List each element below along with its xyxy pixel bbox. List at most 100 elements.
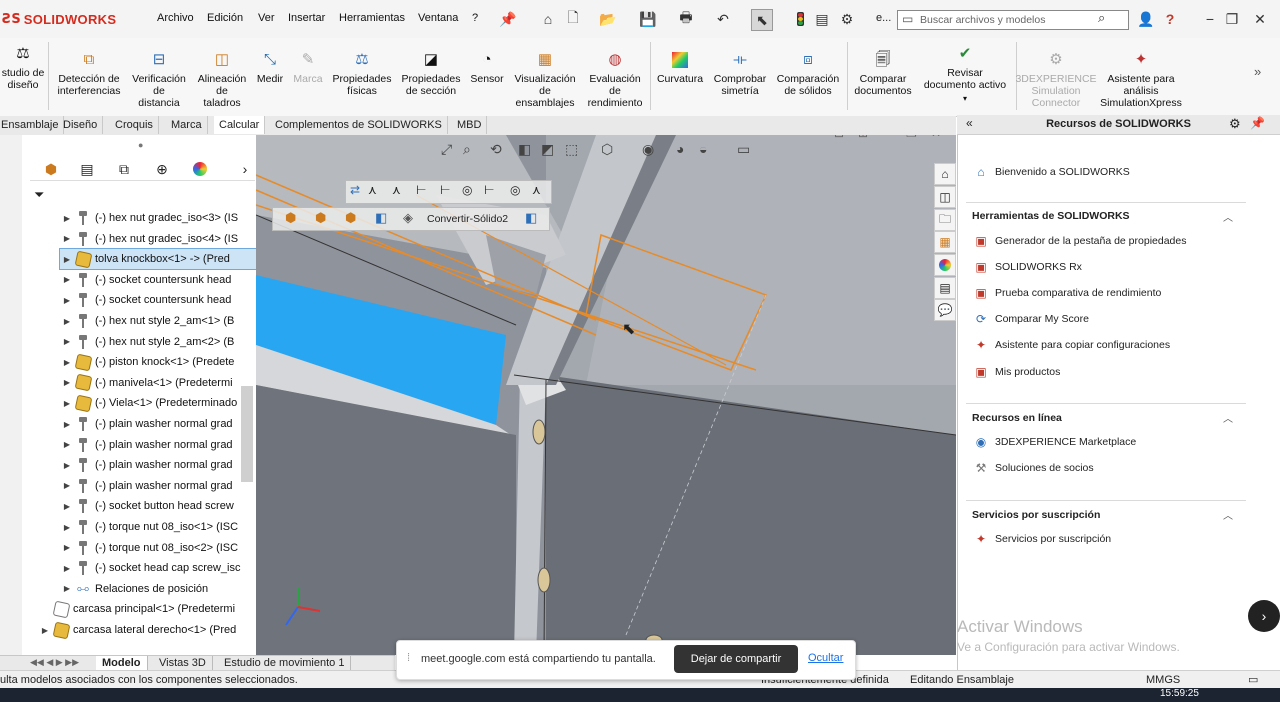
- zoom-to-fit-icon[interactable]: ⤢: [441, 141, 452, 158]
- design-library-icon[interactable]: ◫: [934, 186, 956, 208]
- task-pane-settings-icon[interactable]: ⚙: [1229, 116, 1241, 132]
- menu-ver[interactable]: Ver: [258, 12, 275, 24]
- expand-arrow-icon[interactable]: ▶: [60, 420, 74, 429]
- minimize-icon[interactable]: −: [1200, 9, 1220, 29]
- compare-bodies-button[interactable]: ⧈ Comparación de sólidos: [773, 50, 843, 97]
- section-title-subscription[interactable]: Servicios por suscripción: [972, 509, 1100, 521]
- restore-icon[interactable]: ❐: [1222, 9, 1242, 29]
- expand-arrow-icon[interactable]: ▶: [60, 378, 74, 387]
- edit-appearance-icon[interactable]: ◕: [676, 141, 684, 157]
- solid-body-icon[interactable]: ◧: [525, 210, 537, 226]
- menu-ventana[interactable]: Ventana: [418, 12, 458, 24]
- tree-item[interactable]: ▶ (-) piston knock<1> (Predete: [60, 352, 256, 372]
- task-item[interactable]: ⟳ Comparar My Score: [973, 311, 1089, 327]
- section-title-tools[interactable]: Herramientas de SOLIDWORKS: [972, 210, 1130, 222]
- tree-item[interactable]: ▶ ⧟ Relaciones de posición: [60, 579, 256, 599]
- expand-arrow-icon[interactable]: ▶: [60, 255, 74, 264]
- scroll-first-icon[interactable]: ◀◀ ◀ ▶ ▶▶: [30, 657, 79, 668]
- mass-properties-button[interactable]: ⚖ Propiedades físicas: [330, 50, 394, 97]
- tree-item[interactable]: ▶ (-) socket head cap screw_isc: [60, 558, 256, 578]
- cube-icon[interactable]: ◧: [375, 210, 387, 226]
- viewport-restore-icon[interactable]: ❐: [906, 135, 917, 140]
- task-item[interactable]: ◉ 3DEXPERIENCE Marketplace: [973, 434, 1136, 450]
- tree-item[interactable]: carcasa principal<1> (Predetermi: [38, 599, 256, 619]
- dimension-icon[interactable]: ⊢: [440, 183, 450, 197]
- tree-item[interactable]: ▶ carcasa lateral derecho<1> (Pred: [38, 620, 256, 640]
- viewport-close-icon[interactable]: ✕: [931, 135, 941, 140]
- display-manager-tab-icon[interactable]: [187, 158, 213, 180]
- design-study-button[interactable]: ⚖ studio de diseño: [0, 44, 52, 91]
- tree-item[interactable]: ▶ (-) torque nut 08_iso<1> (ISC: [60, 517, 256, 537]
- concentric-icon[interactable]: ◎: [510, 183, 520, 197]
- user-icon[interactable]: 👤: [1136, 9, 1156, 29]
- task-item[interactable]: ▣ Prueba comparativa de rendimiento: [973, 285, 1161, 301]
- menu-archivo[interactable]: Archivo: [157, 12, 194, 24]
- zoom-to-area-icon[interactable]: ⌕: [463, 141, 471, 158]
- context-arrow-icon[interactable]: ⇄: [350, 183, 360, 197]
- tree-item[interactable]: ▶ (-) hex nut gradec_iso<3> (IS: [60, 208, 256, 228]
- expand-arrow-icon[interactable]: ▶: [60, 564, 74, 573]
- property-manager-tab-icon[interactable]: ▤: [74, 158, 100, 180]
- tab-vistas-3d[interactable]: Vistas 3D: [153, 656, 213, 671]
- tab-modelo[interactable]: Modelo: [96, 656, 148, 671]
- expand-arrow-icon[interactable]: ▶: [60, 543, 74, 552]
- tree-item[interactable]: ▶ (-) manivela<1> (Predetermi: [60, 373, 256, 393]
- tab-marca[interactable]: Marca: [166, 116, 208, 134]
- compare-documents-button[interactable]: 🗐 Comparar documentos: [851, 50, 915, 97]
- previous-view-icon[interactable]: ⟲: [490, 141, 502, 158]
- relation-icon[interactable]: ⋏: [368, 183, 377, 197]
- solid-feature-icon[interactable]: ◈: [403, 210, 413, 226]
- collapse-chevron-icon[interactable]: ︿: [1223, 507, 1233, 522]
- configuration-manager-tab-icon[interactable]: ⧉: [111, 158, 137, 180]
- section-view-icon[interactable]: ◧: [518, 141, 531, 158]
- solidworks-logo[interactable]: ƧS SOLIDWORKS: [2, 8, 116, 30]
- menu-herramientas[interactable]: Herramientas: [339, 12, 405, 24]
- tree-item[interactable]: ▶ (-) socket button head screw: [60, 496, 256, 516]
- task-item[interactable]: ▣ Generador de la pestaña de propiedades: [973, 233, 1186, 249]
- simulationxpress-button[interactable]: ✦ Asistente para análisis SimulationXpre…: [1098, 50, 1184, 109]
- dimension-icon[interactable]: ⊢: [484, 183, 494, 197]
- expand-arrow-icon[interactable]: ▶: [60, 275, 74, 284]
- panel-grip-icon[interactable]: ●: [138, 140, 143, 150]
- appearances-icon[interactable]: [934, 254, 956, 276]
- rebuild-traffic-light-icon[interactable]: [790, 9, 810, 29]
- expand-arrow-icon[interactable]: ▶: [60, 234, 74, 243]
- print-icon[interactable]: 🖶: [676, 9, 696, 29]
- menu-insertar[interactable]: Insertar: [288, 12, 325, 24]
- status-bar-icon[interactable]: ▭: [1248, 673, 1258, 686]
- sensor-button[interactable]: ◔ Sensor: [467, 50, 507, 85]
- task-pane-pin-icon[interactable]: 📌: [1250, 116, 1265, 130]
- status-units[interactable]: MMGS: [1146, 674, 1180, 686]
- home-icon[interactable]: ⌂: [538, 9, 558, 29]
- stop-sharing-button[interactable]: Dejar de compartir: [674, 645, 798, 673]
- truncated-item[interactable]: e...: [876, 12, 891, 24]
- expand-arrow-icon[interactable]: ▶: [38, 626, 52, 635]
- section-properties-button[interactable]: ◪ Propiedades de sección: [398, 50, 464, 97]
- tree-item[interactable]: ▶ (-) torque nut 08_iso<2> (ISC: [60, 538, 256, 558]
- expand-arrow-icon[interactable]: ▶: [60, 440, 74, 449]
- expand-arrow-icon[interactable]: ▶: [60, 399, 74, 408]
- section-title-online[interactable]: Recursos en línea: [972, 412, 1062, 424]
- file-properties-icon[interactable]: ▤: [812, 9, 832, 29]
- part-icon[interactable]: ⬢: [345, 210, 356, 226]
- undo-icon[interactable]: ↶: [713, 9, 733, 29]
- custom-properties-icon[interactable]: ▤: [934, 277, 956, 299]
- tab-diseno[interactable]: Diseño: [58, 116, 104, 134]
- collapse-chevron-icon[interactable]: ︿: [1223, 209, 1233, 224]
- expand-arrow-icon[interactable]: ▶: [60, 481, 74, 490]
- tree-item[interactable]: ▶ (-) plain washer normal grad: [60, 455, 256, 475]
- expand-arrow-icon[interactable]: ▶: [60, 214, 74, 223]
- filter-icon[interactable]: ⏷: [34, 187, 44, 203]
- select-cursor-icon[interactable]: ⬉: [751, 9, 773, 31]
- tab-calcular[interactable]: Calcular: [214, 116, 266, 134]
- tabs-scroll-right-icon[interactable]: ›: [232, 158, 258, 180]
- task-item[interactable]: ⚒ Soluciones de socios: [973, 460, 1094, 476]
- view-palette-icon[interactable]: ▦: [934, 231, 956, 253]
- options-gear-icon[interactable]: ⚙: [837, 9, 857, 29]
- part-icon[interactable]: ⬢: [285, 210, 296, 226]
- tree-item[interactable]: ▶ (-) socket countersunk head: [60, 290, 256, 310]
- tree-item[interactable]: ▶ (-) hex nut style 2_am<2> (B: [60, 332, 256, 352]
- expand-arrow-icon[interactable]: ▶: [60, 358, 74, 367]
- tab-croquis[interactable]: Croquis: [110, 116, 159, 134]
- menu-edicion[interactable]: Edición: [207, 12, 243, 24]
